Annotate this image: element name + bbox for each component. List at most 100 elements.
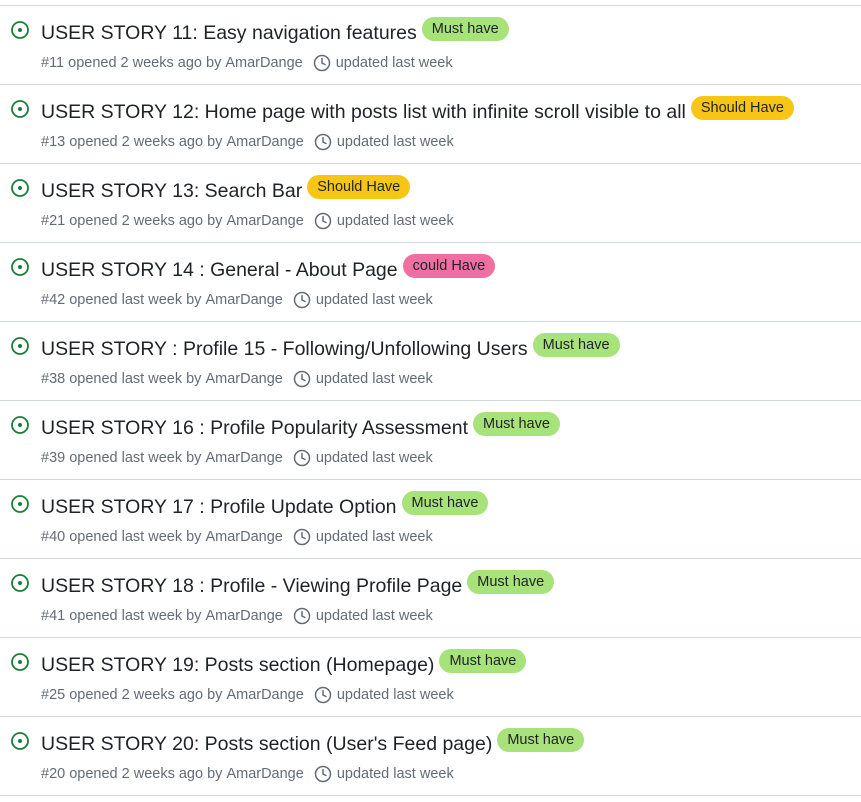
issue-meta-text: #20 opened 2 weeks ago by <box>41 766 223 782</box>
issue-opened-icon <box>10 99 30 119</box>
issue-meta-text: #25 opened 2 weeks ago by <box>41 687 223 703</box>
issue-title-link[interactable]: USER STORY 12: Home page with posts list… <box>41 101 686 124</box>
issue-title-line: USER STORY 13: Search Bar Should Have <box>41 175 411 203</box>
issue-label-badge[interactable]: Should Have <box>307 175 411 199</box>
issue-opened-icon <box>10 652 30 672</box>
issue-meta-text: #42 opened last week by <box>41 292 202 308</box>
issue-row[interactable]: USER STORY 18 : Profile - Viewing Profil… <box>0 559 861 638</box>
clock-icon <box>314 686 332 704</box>
issue-title-line: USER STORY 11: Easy navigation features … <box>41 17 509 45</box>
issue-updated-text: updated last week <box>315 450 433 466</box>
issue-meta: #20 opened 2 weeks ago by AmarDange upda… <box>41 765 454 783</box>
issue-row[interactable]: USER STORY 19: Posts section (Homepage) … <box>0 638 861 717</box>
issue-opened-icon <box>10 20 30 40</box>
issue-updated-text: updated last week <box>336 134 454 150</box>
issue-author-link[interactable]: AmarDange <box>226 213 303 229</box>
issue-title-link[interactable]: USER STORY 19: Posts section (Homepage) <box>41 654 434 677</box>
issue-author-link[interactable]: AmarDange <box>205 529 282 545</box>
issue-opened-icon <box>10 336 30 356</box>
clock-icon <box>293 449 311 467</box>
issue-row[interactable]: USER STORY 20: Posts section (User's Fee… <box>0 717 861 796</box>
issue-title-link[interactable]: USER STORY 17 : Profile Update Option <box>41 496 397 519</box>
issue-opened-icon <box>10 494 30 514</box>
issue-title-link[interactable]: USER STORY 16 : Profile Popularity Asses… <box>41 417 468 440</box>
clock-icon <box>293 291 311 309</box>
issue-list: USER STORY 11: Easy navigation features … <box>0 0 861 802</box>
issue-title-line: USER STORY 14 : General - About Page cou… <box>41 254 496 282</box>
issue-title-line: USER STORY 12: Home page with posts list… <box>41 96 794 124</box>
issue-author-link[interactable]: AmarDange <box>205 450 282 466</box>
issue-title-link[interactable]: USER STORY 13: Search Bar <box>41 180 302 203</box>
issue-meta: #39 opened last week by AmarDange update… <box>41 449 433 467</box>
issue-title-link[interactable]: USER STORY 11: Easy navigation features <box>41 22 417 45</box>
issue-title-line: USER STORY 17 : Profile Update Option Mu… <box>41 491 489 519</box>
clock-icon <box>293 607 311 625</box>
issue-author-link[interactable]: AmarDange <box>226 766 303 782</box>
issue-row[interactable]: USER STORY 13: Search Bar Should Have #2… <box>0 164 861 243</box>
clock-icon <box>313 54 331 72</box>
issue-meta: #25 opened 2 weeks ago by AmarDange upda… <box>41 686 454 704</box>
issue-author-link[interactable]: AmarDange <box>205 608 282 624</box>
issue-author-link[interactable]: AmarDange <box>226 134 303 150</box>
issue-author-link[interactable]: AmarDange <box>205 292 282 308</box>
issue-updated-text: updated last week <box>336 766 454 782</box>
issue-meta-text: #13 opened 2 weeks ago by <box>41 134 223 150</box>
issue-opened-icon <box>10 731 30 751</box>
issue-title-line: USER STORY 19: Posts section (Homepage) … <box>41 649 527 677</box>
issue-meta-text: #39 opened last week by <box>41 450 202 466</box>
issue-meta: #41 opened last week by AmarDange update… <box>41 607 433 625</box>
issue-opened-icon <box>10 573 30 593</box>
issue-label-badge[interactable]: Must have <box>497 728 585 752</box>
clock-icon <box>293 528 311 546</box>
issue-meta-text: #40 opened last week by <box>41 529 202 545</box>
issue-meta-text: #21 opened 2 weeks ago by <box>41 213 223 229</box>
issue-meta: #40 opened last week by AmarDange update… <box>41 528 433 546</box>
issue-title-link[interactable]: USER STORY 14 : General - About Page <box>41 259 398 282</box>
issue-meta: #42 opened last week by AmarDange update… <box>41 291 433 309</box>
issue-row[interactable]: USER STORY : Profile 15 - Following/Unfo… <box>0 322 861 401</box>
issue-label-badge[interactable]: Must have <box>467 570 555 594</box>
issue-label-badge[interactable]: Must have <box>532 333 620 357</box>
clock-icon <box>314 212 332 230</box>
issue-row[interactable]: USER STORY 16 : Profile Popularity Asses… <box>0 401 861 480</box>
issue-opened-icon <box>10 415 30 435</box>
issue-opened-icon <box>10 178 30 198</box>
issue-title-line: USER STORY : Profile 15 - Following/Unfo… <box>41 333 620 361</box>
issue-updated-text: updated last week <box>315 529 433 545</box>
issue-row[interactable]: USER STORY 12: Home page with posts list… <box>0 85 861 164</box>
issue-updated-text: updated last week <box>315 371 433 387</box>
issue-label-badge[interactable]: Must have <box>473 412 560 436</box>
issue-updated-text: updated last week <box>336 687 454 703</box>
issue-row[interactable]: USER STORY 17 : Profile Update Option Mu… <box>0 480 861 559</box>
issue-label-badge[interactable]: Must have <box>439 649 527 673</box>
issue-author-link[interactable]: AmarDange <box>226 687 303 703</box>
issue-meta: #21 opened 2 weeks ago by AmarDange upda… <box>41 212 454 230</box>
issue-updated-text: updated last week <box>315 608 433 624</box>
issue-updated-text: updated last week <box>315 292 433 308</box>
issue-meta-text: #41 opened last week by <box>41 608 202 624</box>
issue-updated-text: updated last week <box>336 213 454 229</box>
issue-row[interactable]: USER STORY 11: Easy navigation features … <box>0 6 861 85</box>
issue-title-link[interactable]: USER STORY : Profile 15 - Following/Unfo… <box>41 338 528 361</box>
issue-title-line: USER STORY 18 : Profile - Viewing Profil… <box>41 570 555 598</box>
issue-label-badge[interactable]: could Have <box>402 254 496 278</box>
issue-title-link[interactable]: USER STORY 20: Posts section (User's Fee… <box>41 733 492 756</box>
issue-title-line: USER STORY 16 : Profile Popularity Asses… <box>41 412 560 440</box>
clock-icon <box>293 370 311 388</box>
issue-title-link[interactable]: USER STORY 18 : Profile - Viewing Profil… <box>41 575 462 598</box>
issue-label-badge[interactable]: Must have <box>421 17 509 41</box>
issue-meta: #13 opened 2 weeks ago by AmarDange upda… <box>41 133 454 151</box>
issue-label-badge[interactable]: Should Have <box>690 96 794 120</box>
issue-row[interactable]: USER STORY 14 : General - About Page cou… <box>0 243 861 322</box>
issue-meta: #11 opened 2 weeks ago by AmarDange upda… <box>41 54 453 72</box>
clock-icon <box>314 765 332 783</box>
issue-label-badge[interactable]: Must have <box>401 491 489 515</box>
issue-author-link[interactable]: AmarDange <box>225 55 302 71</box>
issue-meta: #38 opened last week by AmarDange update… <box>41 370 433 388</box>
issue-meta-text: #11 opened 2 weeks ago by <box>41 55 222 71</box>
issue-title-line: USER STORY 20: Posts section (User's Fee… <box>41 728 585 756</box>
issue-author-link[interactable]: AmarDange <box>205 371 282 387</box>
issue-opened-icon <box>10 257 30 277</box>
issue-updated-text: updated last week <box>335 55 453 71</box>
issue-meta-text: #38 opened last week by <box>41 371 202 387</box>
